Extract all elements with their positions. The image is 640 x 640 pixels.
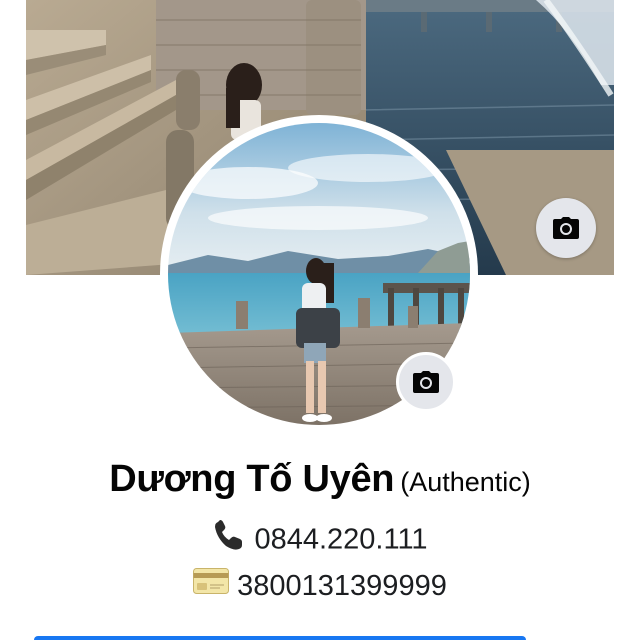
profile-name-row: Dương Tố Uyên (Authentic) — [0, 458, 640, 501]
credit-card-icon — [193, 568, 230, 602]
cover-camera-button[interactable] — [536, 198, 596, 258]
bio-account-row: 3800131399999 — [0, 568, 640, 604]
phone-number[interactable]: 0844.220.111 — [254, 524, 427, 556]
profile-page: Dương Tố Uyên (Authentic) 0844.220.111 38… — [0, 0, 640, 640]
profile-name-suffix: (Authentic) — [400, 467, 531, 497]
avatar-camera-button[interactable] — [396, 352, 456, 412]
camera-icon — [553, 217, 579, 239]
add-to-story-button[interactable] — [34, 636, 526, 640]
camera-icon — [413, 371, 439, 393]
bio-phone-row: 0844.220.111 — [0, 520, 640, 562]
profile-name: Dương Tố Uyên — [109, 458, 395, 500]
account-number: 3800131399999 — [237, 570, 447, 602]
telephone-receiver-icon — [212, 518, 246, 560]
